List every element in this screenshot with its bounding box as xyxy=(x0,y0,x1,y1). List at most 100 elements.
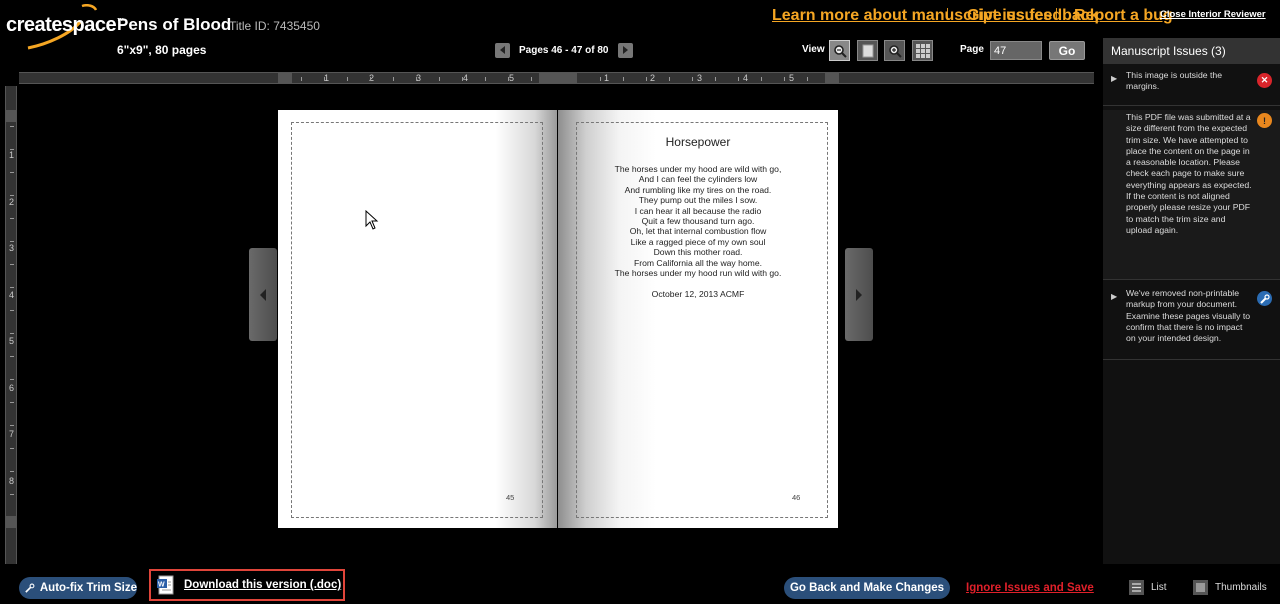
error-icon: ✕ xyxy=(1257,73,1272,88)
ignore-issues-link[interactable]: Ignore Issues and Save xyxy=(966,582,1094,594)
ruler-margin-marker xyxy=(6,110,16,122)
ruler-number: 6 xyxy=(9,382,15,393)
view-single-page-button[interactable] xyxy=(857,40,878,61)
poem-line: Oh, let that internal combustion flow xyxy=(629,226,767,237)
left-page: 45 xyxy=(278,110,557,528)
ruler-margin-marker xyxy=(6,516,16,528)
issue-text: We've removed non-printable markup from … xyxy=(1126,288,1251,344)
ruler-tick xyxy=(416,77,417,81)
view-zoom-out-button[interactable] xyxy=(829,40,850,61)
ruler-tick xyxy=(669,77,670,81)
ruler-tick xyxy=(692,77,693,81)
poem-line: And rumbling like my tires on the road. xyxy=(624,184,772,195)
view-label: View xyxy=(802,44,825,55)
ruler-tick xyxy=(10,287,14,288)
report-bug-link[interactable]: Report a bug xyxy=(1074,7,1173,25)
ruler-tick xyxy=(10,264,14,265)
link-separator: | xyxy=(946,7,949,19)
ruler-number: 5 xyxy=(9,336,15,346)
thumbnails-view-tab[interactable]: Thumbnails xyxy=(1193,580,1267,595)
poem-line: The horses under my hood run wild with g… xyxy=(614,268,782,279)
ruler-tick xyxy=(600,77,601,81)
ruler-tick xyxy=(10,356,14,357)
download-label: Download this version (.doc) xyxy=(184,579,342,591)
download-doc-button[interactable]: W Download this version (.doc) xyxy=(149,569,345,601)
ruler-tick xyxy=(10,241,14,242)
mouse-cursor-icon xyxy=(365,210,379,230)
issue-item[interactable]: This PDF file was submitted at a size di… xyxy=(1103,110,1280,280)
ruler-number: 3 xyxy=(697,73,703,83)
ruler-tick xyxy=(738,77,739,81)
page-number-input[interactable] xyxy=(990,41,1042,60)
triangle-right-icon xyxy=(623,46,628,54)
wrench-icon xyxy=(1257,291,1272,306)
trim-info: 6"x9", 80 pages xyxy=(117,43,207,57)
ruler-tick xyxy=(761,77,762,81)
ruler-number: 2 xyxy=(9,196,15,207)
list-label: List xyxy=(1151,582,1167,593)
grid-view-icon xyxy=(915,43,930,58)
ruler-number: 5 xyxy=(789,73,795,83)
ruler-number: 5 xyxy=(509,73,515,83)
ruler-number: 8 xyxy=(9,475,15,486)
issue-item[interactable]: ▶ We've removed non-printable markup fro… xyxy=(1103,288,1280,360)
ruler-tick xyxy=(10,333,14,334)
ruler-number: 4 xyxy=(9,289,15,300)
prev-page-button[interactable] xyxy=(495,42,510,58)
ruler-tick xyxy=(715,77,716,81)
issue-text: This PDF file was submitted at a size di… xyxy=(1126,112,1252,235)
view-grid-button[interactable] xyxy=(912,40,933,61)
poem-line: Down this mother road. xyxy=(653,247,743,258)
poem-line: And I can feel the cylinders low xyxy=(638,174,758,185)
next-page-button[interactable] xyxy=(617,42,633,58)
poem-date: October 12, 2013 ACMF xyxy=(651,289,745,299)
wrench-icon xyxy=(25,583,35,593)
ruler-tick xyxy=(10,471,14,472)
auto-fix-label: Auto-fix Trim Size xyxy=(39,582,137,594)
ruler-tick xyxy=(531,77,532,81)
poem-line: From California all the way home. xyxy=(634,257,762,268)
expand-arrow-icon[interactable]: ▶ xyxy=(1111,74,1117,83)
view-zoom-in-button[interactable] xyxy=(884,40,905,61)
list-view-tab[interactable]: List xyxy=(1129,580,1167,595)
chevron-left-icon xyxy=(260,288,266,301)
createspace-logo[interactable]: createspace™ xyxy=(6,4,124,50)
ruler-tick xyxy=(10,379,14,380)
next-spread-button[interactable] xyxy=(845,248,873,341)
close-reviewer-link[interactable]: Close Interior Reviewer xyxy=(1160,9,1266,20)
zoom-in-icon xyxy=(888,44,902,58)
ruler-tick xyxy=(10,448,14,449)
ruler-tick xyxy=(10,126,14,127)
poem-line: The horses under my hood are wild with g… xyxy=(614,164,782,174)
expand-arrow-icon[interactable]: ▶ xyxy=(1111,292,1117,301)
panel-title: Manuscript Issues (3) xyxy=(1103,38,1280,64)
thumbnails-icon xyxy=(1193,580,1208,595)
ruler-tick xyxy=(623,77,624,81)
ruler-tick xyxy=(347,77,348,81)
ruler-number: 4 xyxy=(743,73,749,83)
issue-item[interactable]: ▶ This image is outside the margins. ✕ xyxy=(1103,70,1280,106)
ruler-tick xyxy=(784,77,785,81)
ruler-tick xyxy=(646,77,647,81)
auto-fix-trim-button[interactable]: Auto-fix Trim Size xyxy=(19,577,137,599)
ruler-tick xyxy=(10,425,14,426)
ruler-tick xyxy=(324,77,325,81)
ruler-tick xyxy=(393,77,394,81)
ruler-number: 7 xyxy=(9,429,15,439)
thumbnails-label: Thumbnails xyxy=(1215,582,1267,593)
go-back-button[interactable]: Go Back and Make Changes xyxy=(784,577,950,599)
chevron-right-icon xyxy=(856,288,862,301)
book-title: Pens of Blood xyxy=(117,15,232,34)
ruler-tick xyxy=(508,77,509,81)
ruler-tick xyxy=(10,402,14,403)
ruler-number: 1 xyxy=(604,73,610,83)
ruler-tick xyxy=(301,77,302,81)
page-number: 45 xyxy=(506,493,515,502)
poem-body: The horses under my hood are wild with g… xyxy=(558,164,838,278)
warning-icon: ! xyxy=(1257,113,1272,128)
ruler-tick xyxy=(485,77,486,81)
go-button[interactable]: Go xyxy=(1049,41,1085,60)
previous-spread-button[interactable] xyxy=(249,248,277,341)
poem-title: Horsepower xyxy=(665,135,731,149)
logo-text: createspace™ xyxy=(6,14,124,36)
